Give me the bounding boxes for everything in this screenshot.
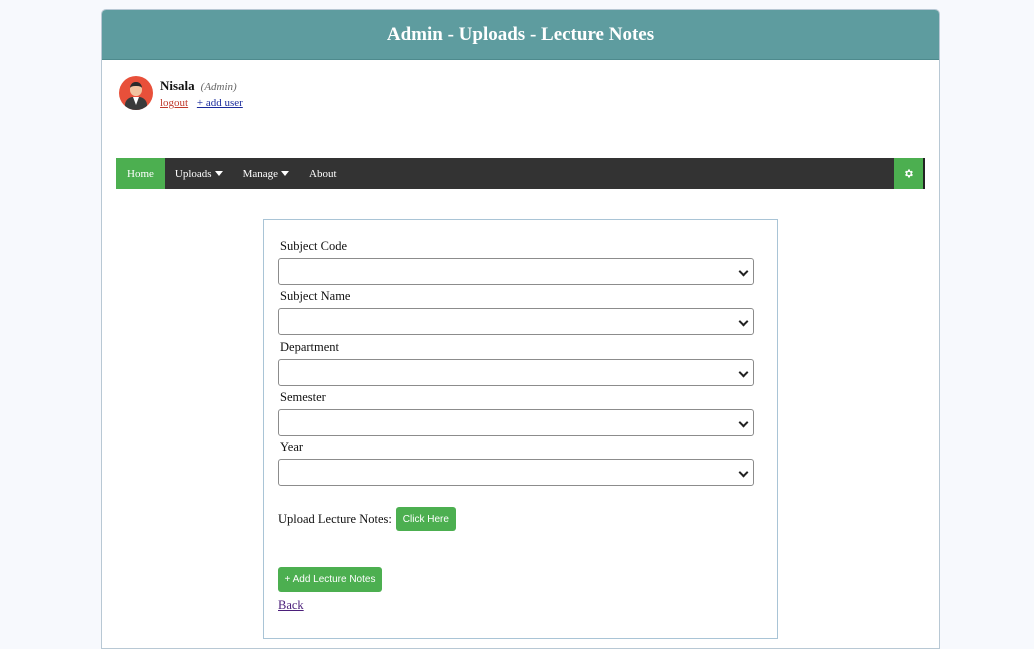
main-navbar: Home Uploads Manage About [116, 158, 925, 189]
chevron-down-icon [738, 266, 749, 277]
page-header: Admin - Uploads - Lecture Notes [102, 10, 939, 60]
subject-name-label: Subject Name [280, 289, 351, 303]
page-title: Admin - Uploads - Lecture Notes [386, 23, 655, 45]
gear-icon [905, 169, 913, 178]
user-role: (Admin) [200, 81, 237, 93]
year-label: Year [280, 440, 304, 454]
subject-name-select[interactable] [278, 308, 754, 335]
chevron-down-icon [738, 467, 749, 478]
subject-code-select[interactable] [278, 258, 754, 285]
department-select[interactable] [278, 359, 754, 386]
year-field: Year [278, 440, 754, 486]
department-field: Department [278, 340, 754, 386]
back-link[interactable]: Back [278, 598, 304, 613]
upload-row: Upload Lecture Notes: Click Here [278, 507, 456, 531]
caret-down-icon [214, 171, 223, 176]
chevron-down-icon [738, 417, 749, 428]
semester-field: Semester [278, 390, 754, 436]
page-container: Admin - Uploads - Lecture Notes Nisala (… [101, 9, 940, 649]
add-user-link[interactable]: + add user [197, 97, 243, 109]
semester-select[interactable] [278, 409, 754, 436]
upload-label: Upload Lecture Notes: [278, 511, 392, 526]
nav-item-about[interactable]: About [299, 158, 347, 189]
avatar [119, 76, 153, 110]
nav-item-manage-label: Manage [242, 167, 278, 180]
nav-item-home[interactable]: Home [116, 158, 165, 189]
click-here-button[interactable]: Click Here [395, 507, 456, 531]
nav-item-uploads[interactable]: Uploads [165, 158, 233, 189]
year-select[interactable] [278, 459, 754, 486]
subject-code-field: Subject Code [278, 239, 754, 285]
chevron-down-icon [738, 316, 749, 327]
user-panel: Nisala (Admin) logout + add user [119, 76, 243, 110]
nav-item-home-label: Home [127, 167, 154, 180]
department-label: Department [280, 340, 340, 354]
user-name: Nisala [160, 78, 195, 93]
settings-button[interactable] [894, 158, 925, 189]
subject-code-label: Subject Code [280, 239, 348, 253]
nav-item-about-label: About [309, 167, 337, 180]
caret-down-icon [281, 171, 289, 176]
nav-item-uploads-label: Uploads [174, 167, 212, 180]
subject-name-field: Subject Name [278, 289, 754, 335]
semester-label: Semester [280, 390, 326, 404]
logout-link[interactable]: logout [160, 97, 188, 109]
chevron-down-icon [738, 367, 749, 378]
nav-item-manage[interactable]: Manage [233, 158, 299, 189]
add-lecture-notes-button[interactable]: + Add Lecture Notes [278, 567, 382, 592]
lecture-notes-form: Subject Code Subject Name Department Sem… [263, 219, 778, 639]
user-info: Nisala (Admin) logout + add user [160, 77, 243, 110]
